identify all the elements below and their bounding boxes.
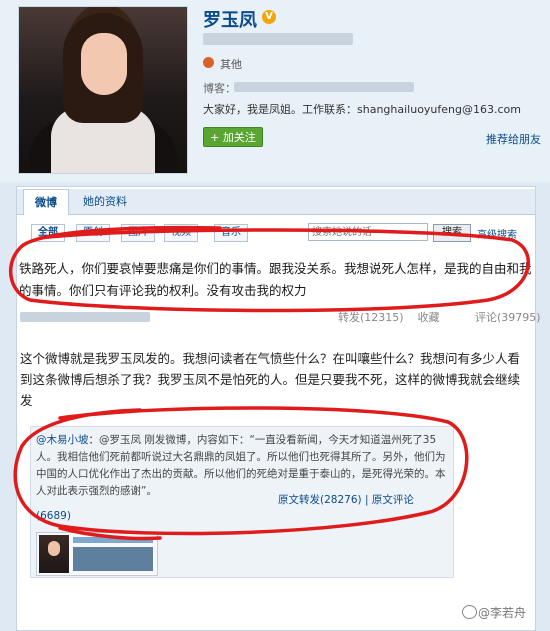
filter-original[interactable]: 原创 [76,224,110,242]
advanced-search-link[interactable]: 高级搜索 [477,226,517,241]
post-actions: 转发(12315) 收藏 [338,309,454,325]
avatar[interactable] [18,6,188,174]
female-icon [203,57,214,68]
post-text: 铁路死人，你们要哀悼要悲痛是你们的事情。跟我没关系。我想说死人怎样，是我的自由和… [19,261,532,298]
blurred-blog-link [234,82,414,92]
tab-bar: 微博 她的资料 [17,189,535,215]
blog-label: 博客： [203,82,236,95]
original-comment-count[interactable]: (6689) [36,510,71,522]
favorite-link[interactable]: 收藏 [418,311,440,324]
original-repost-label[interactable]: 原文转发(28276) [278,494,362,506]
follow-button[interactable]: + 加关注 [203,127,263,147]
verified-icon: V [262,10,276,24]
profile-name[interactable]: 罗玉凤 [203,6,257,32]
original-comment-label[interactable]: 原文评论 [372,494,414,506]
blurred-text [203,33,353,45]
filter-music[interactable]: 音乐 [214,224,248,242]
tab-weibo[interactable]: 微博 [23,189,69,215]
comment-link[interactable]: 评论(39795) [475,309,541,325]
search-input[interactable] [308,223,428,241]
original-repost-link[interactable]: 原文转发(28276) | 原文评论 [278,492,414,507]
blurred-timestamp [20,312,150,322]
filter-all[interactable]: 全部 [31,224,65,242]
profile-location: 其他 [220,58,242,71]
search-button[interactable]: 搜索 [433,224,471,242]
filter-video[interactable]: 视频 [164,224,198,242]
repost-body: ：@罗玉凤 刚发微博，内容如下：“一直没看新闻，今天才知道温州死了35人。我相信… [36,434,446,497]
repost-text: @木易小坡：@罗玉凤 刚发微博，内容如下：“一直没看新闻，今天才知道温州死了35… [36,432,450,500]
repost-author-link[interactable]: @木易小坡 [36,434,89,446]
commentary-text: 这个微博就是我罗玉凤发的。我想问读者在气愤些什么？在叫嚷些什么？我想问有多少人看… [20,351,521,408]
repost-link[interactable]: 转发(12315) [338,311,404,324]
recommend-link[interactable]: 推荐给朋友 [486,131,541,147]
watermark: @李若舟 [478,606,527,620]
repost-image-thumbnail[interactable] [36,532,158,576]
tab-profile[interactable]: 她的资料 [75,189,135,214]
filter-pictures[interactable]: 图片 [121,224,155,242]
weibo-icon [462,605,477,619]
profile-bio: 大家好，我是凤姐。工作联系：shanghailuoyufeng@163.com [203,103,521,116]
